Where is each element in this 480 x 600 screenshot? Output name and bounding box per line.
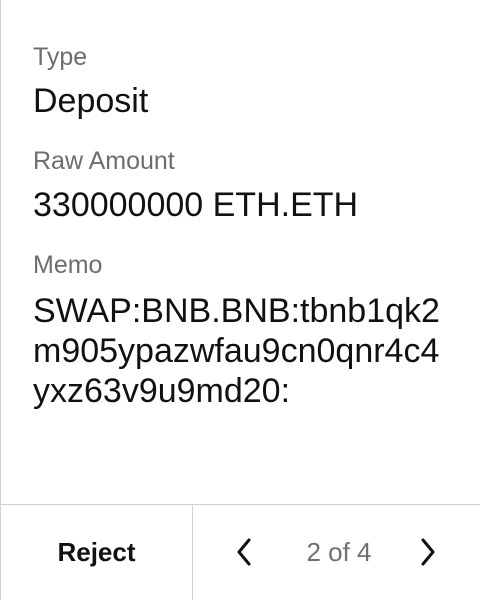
reject-button-label: Reject [57, 537, 136, 567]
chevron-right-icon [421, 538, 435, 566]
type-label: Type [33, 43, 88, 71]
raw-amount-value: 330000000 ETH.ETH [33, 186, 359, 224]
memo-value: SWAP:BNB.BNB:tbnb1qk2m905ypazwfau9cn0qnr… [33, 292, 440, 410]
next-page-button[interactable] [411, 535, 445, 569]
pagination-controls: 2 of 4 [193, 505, 480, 600]
raw-amount-label: Raw Amount [33, 147, 175, 175]
action-footer: Reject 2 of 4 [1, 504, 480, 600]
reject-button[interactable]: Reject [1, 505, 193, 600]
previous-page-button[interactable] [227, 535, 261, 569]
chevron-left-icon [237, 538, 251, 566]
transaction-review-panel: Type Deposit Raw Amount 330000000 ETH.ET… [0, 0, 480, 600]
page-indicator: 2 of 4 [306, 537, 372, 567]
memo-label: Memo [33, 251, 103, 279]
type-value: Deposit [33, 82, 149, 120]
